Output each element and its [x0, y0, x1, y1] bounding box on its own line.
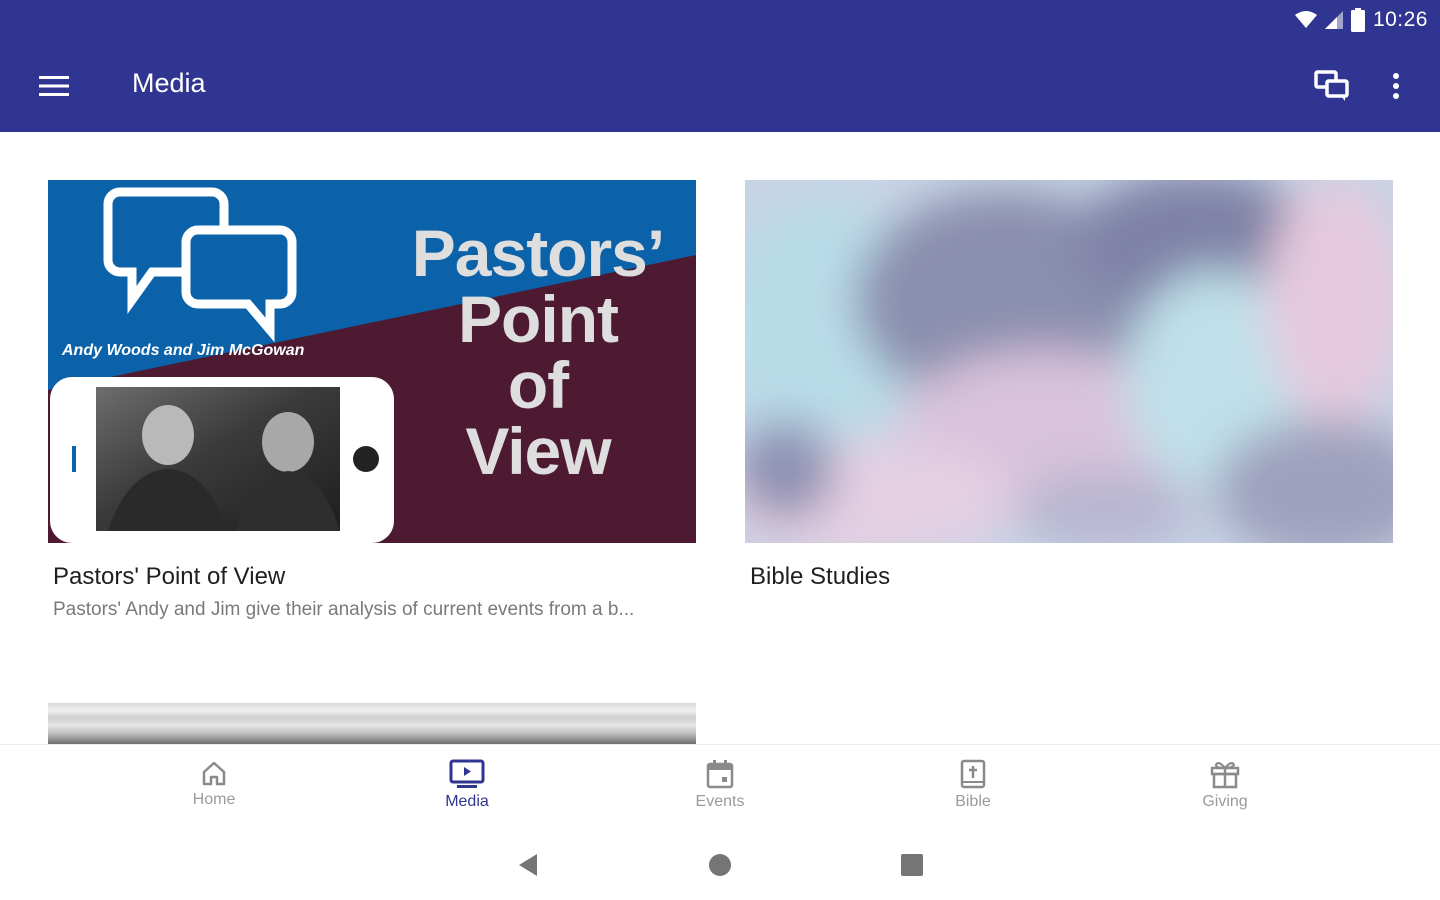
card-title: Pastors' Point of View — [53, 563, 286, 590]
media-card-bible-studies[interactable]: Bible Studies — [745, 180, 1393, 591]
status-bar: 10:26 — [1294, 6, 1428, 34]
headline-line: of — [507, 348, 569, 422]
home-system-button[interactable] — [700, 850, 740, 880]
card-description: Pastors' Andy and Jim give their analysi… — [53, 599, 635, 620]
gift-icon — [1210, 761, 1240, 789]
card-thumbnail: Andy Woods and Jim McGowan Pastors’ Poin… — [48, 180, 696, 543]
home-icon — [202, 761, 226, 786]
thumbnail-headline: Pastors’ Point of View — [378, 220, 696, 484]
battery-icon — [1350, 8, 1365, 32]
chat-icon — [1314, 70, 1349, 101]
square-recents-icon — [901, 854, 923, 876]
circle-home-icon — [709, 854, 731, 876]
more-vert-icon — [1393, 73, 1399, 99]
thumbnail-byline: Andy Woods and Jim McGowan — [62, 342, 305, 359]
back-button[interactable] — [508, 850, 548, 880]
headline-line: Point — [458, 282, 619, 356]
nav-label: Giving — [1202, 793, 1248, 810]
nav-label: Bible — [955, 793, 991, 810]
nav-item-bible[interactable]: Bible — [913, 745, 1033, 831]
wifi-icon — [1294, 11, 1317, 28]
clouds-image — [745, 180, 1393, 543]
bible-icon — [960, 759, 986, 789]
card-thumbnail — [745, 180, 1393, 543]
nav-item-events[interactable]: Events — [660, 745, 780, 831]
menu-button[interactable] — [30, 62, 78, 110]
more-options-button[interactable] — [1378, 60, 1414, 112]
card-title: Bible Studies — [750, 563, 891, 590]
back-icon — [519, 854, 537, 876]
recents-button[interactable] — [892, 850, 932, 880]
signal-icon — [1324, 11, 1343, 29]
bottom-navigation: Home Media Events Bible Giving — [0, 744, 1440, 830]
calendar-icon — [706, 760, 734, 789]
nav-label: Home — [192, 791, 236, 808]
nav-label: Media — [445, 793, 489, 810]
system-navigation-bar — [0, 830, 1440, 900]
media-icon — [449, 759, 485, 788]
headline-line: View — [465, 414, 611, 488]
headline-line: Pastors’ — [411, 216, 665, 290]
nav-item-giving[interactable]: Giving — [1165, 745, 1285, 831]
page-title: Media — [132, 68, 206, 98]
nav-label: Events — [695, 793, 745, 810]
nav-item-home[interactable]: Home — [154, 745, 274, 831]
media-card-partial[interactable] — [48, 703, 696, 744]
app-header: 10:26 Media — [0, 0, 1440, 132]
nav-item-media[interactable]: Media — [407, 745, 527, 831]
chat-button[interactable] — [1306, 60, 1358, 112]
status-time: 10:26 — [1372, 8, 1428, 31]
media-card-pastors-point-of-view[interactable]: Andy Woods and Jim McGowan Pastors’ Poin… — [48, 180, 696, 621]
hamburger-icon — [39, 76, 69, 96]
